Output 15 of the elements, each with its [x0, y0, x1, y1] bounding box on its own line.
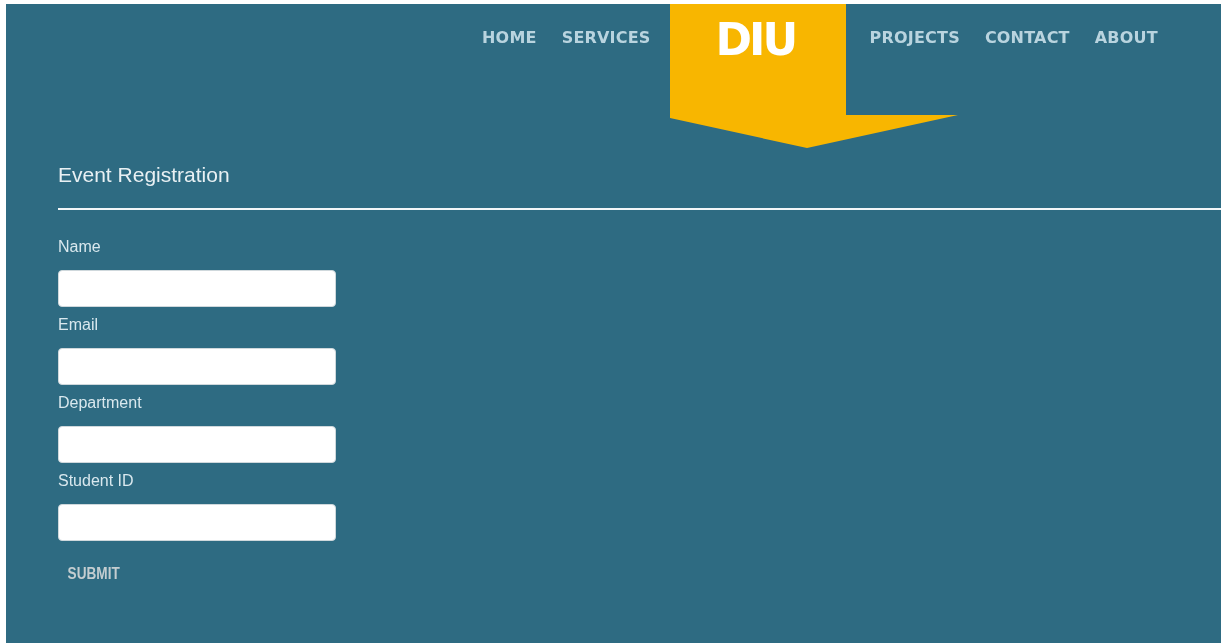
- nav-link[interactable]: ABOUT: [1088, 4, 1170, 47]
- nav-link[interactable]: PROJECTS: [863, 4, 972, 47]
- input-field[interactable]: [58, 348, 336, 385]
- nav-link[interactable]: HOME: [476, 4, 549, 47]
- nav-link[interactable]: CONTACT: [978, 4, 1082, 47]
- submit-button[interactable]: SUBMIT: [66, 562, 122, 586]
- input-field[interactable]: [58, 426, 336, 463]
- field-label: Email: [58, 315, 98, 335]
- field-label: Name: [58, 237, 101, 257]
- field-label: Student ID: [58, 471, 134, 491]
- nav-link[interactable]: SERVICES: [555, 4, 663, 47]
- form-title: Event Registration: [58, 162, 231, 188]
- input-field[interactable]: [58, 270, 336, 307]
- input-field[interactable]: [58, 504, 336, 541]
- field-label: Department: [58, 393, 142, 413]
